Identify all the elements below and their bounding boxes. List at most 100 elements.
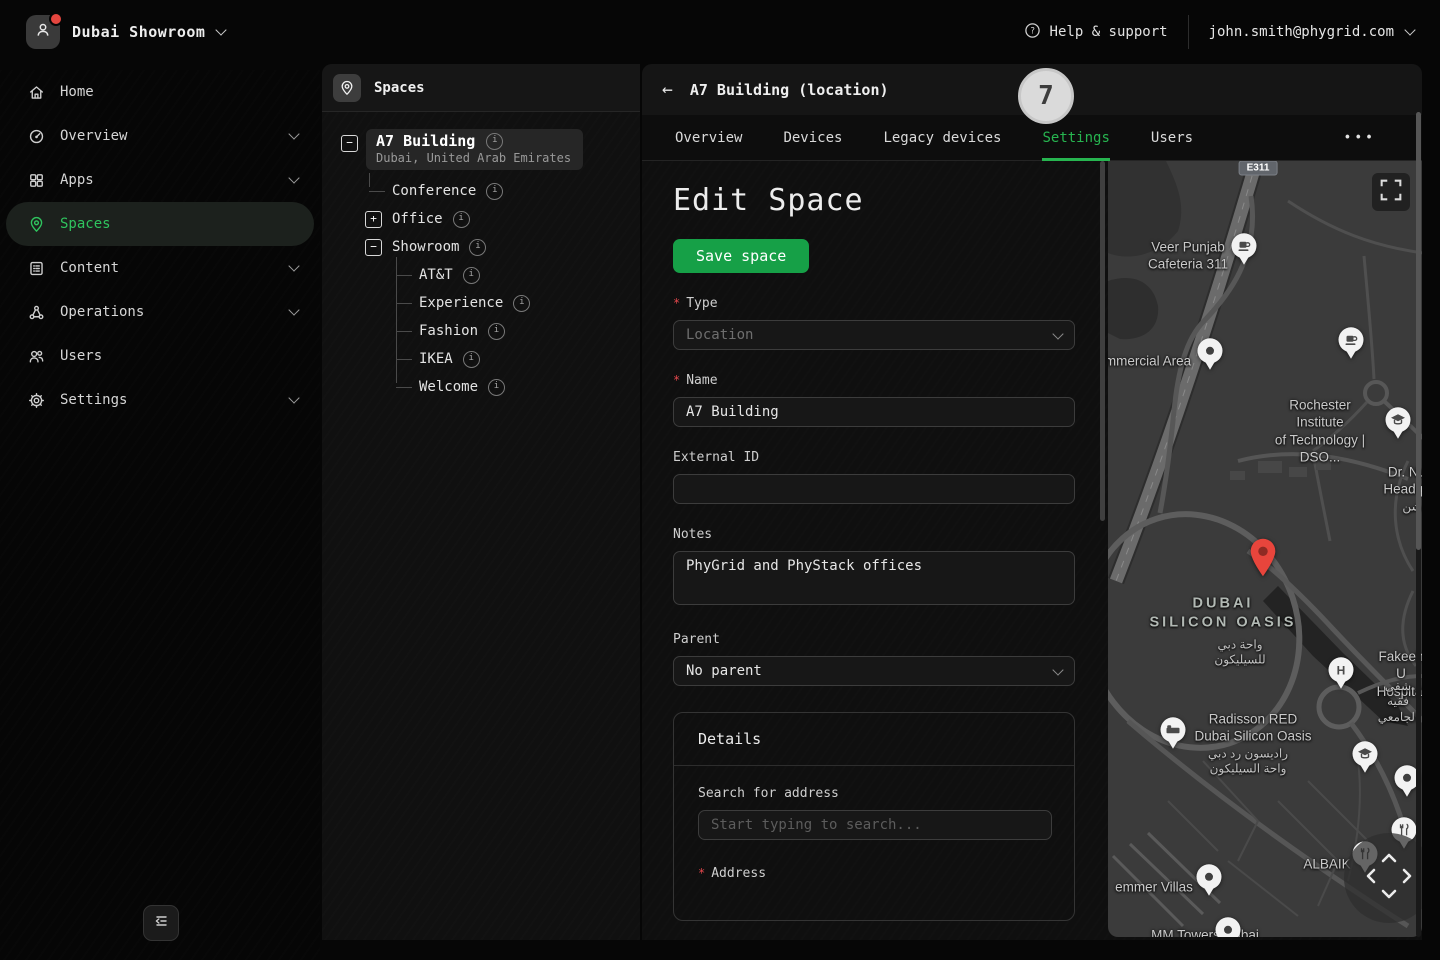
- tree-item-label: Welcome: [419, 379, 478, 395]
- help-support-button[interactable]: ? Help & support: [1024, 22, 1168, 43]
- info-icon[interactable]: i: [488, 323, 505, 340]
- tree-item-label: Office: [392, 211, 443, 227]
- panel-scrollbar[interactable]: [1416, 112, 1421, 937]
- sidebar-item-home[interactable]: Home: [0, 70, 320, 114]
- external-id-input[interactable]: [673, 474, 1075, 504]
- back-button[interactable]: ←: [662, 81, 673, 99]
- type-field: *Type Location: [673, 296, 1103, 350]
- name-label: *Name: [673, 373, 1103, 388]
- chevron-down-icon: [216, 24, 227, 35]
- poi-marker-dot[interactable]: [1213, 915, 1243, 937]
- tree-item-fashion[interactable]: Fashion i: [322, 317, 640, 345]
- tree-item-at-t[interactable]: AT&T i: [322, 261, 640, 289]
- info-icon[interactable]: i: [486, 183, 503, 200]
- poi-marker-hospital[interactable]: H: [1326, 655, 1356, 695]
- sidebar-item-overview[interactable]: Overview: [0, 114, 320, 158]
- info-icon[interactable]: i: [513, 295, 530, 312]
- collapse-toggle[interactable]: −: [365, 239, 382, 256]
- type-label: *Type: [673, 296, 1103, 311]
- info-icon[interactable]: i: [453, 211, 470, 228]
- sidebar-item-label: Users: [60, 348, 102, 364]
- poi-marker-hotel[interactable]: [1158, 715, 1188, 755]
- sidebar-item-label: Apps: [60, 172, 94, 188]
- sidebar-item-spaces[interactable]: Spaces: [6, 202, 314, 246]
- collapse-sidebar-button[interactable]: [143, 905, 179, 941]
- tree-item-label: Fashion: [419, 323, 478, 339]
- info-icon[interactable]: i: [469, 239, 486, 256]
- address-search-input[interactable]: [698, 810, 1052, 840]
- tab-devices[interactable]: Devices: [783, 115, 842, 160]
- user-menu[interactable]: john.smith@phygrid.com: [1209, 24, 1414, 40]
- chevron-down-icon: [1052, 664, 1063, 675]
- poi-marker-dot[interactable]: [1194, 862, 1224, 902]
- sidebar-item-users[interactable]: Users: [0, 334, 320, 378]
- tree-item-selected[interactable]: A7 BuildingiDubai, United Arab Emirates: [366, 129, 583, 170]
- fullscreen-icon: [1377, 176, 1405, 208]
- type-select[interactable]: Location: [673, 320, 1075, 350]
- tree-item-label: Experience: [419, 295, 503, 311]
- info-icon[interactable]: i: [486, 133, 503, 150]
- sidebar-item-settings[interactable]: Settings: [0, 378, 320, 422]
- svg-text:H: H: [1337, 663, 1346, 677]
- user-email: john.smith@phygrid.com: [1209, 24, 1394, 40]
- poi-marker-coffee[interactable]: [1336, 325, 1366, 365]
- tree-item-sublabel: Dubai, United Arab Emirates: [376, 151, 571, 165]
- info-icon[interactable]: i: [463, 267, 480, 284]
- tree-item-conference[interactable]: Conference i: [322, 177, 640, 205]
- map-fullscreen-button[interactable]: [1372, 173, 1410, 211]
- settings-icon: [28, 392, 45, 409]
- tree-item-label: AT&T: [419, 267, 453, 283]
- location-map[interactable]: E311 Veer Punjab Cafeteria 311mmercial A…: [1108, 161, 1422, 937]
- svg-text:?: ?: [1029, 26, 1034, 36]
- collapse-sidebar-icon: [152, 912, 170, 934]
- selected-location-pin: [1250, 538, 1277, 581]
- info-icon[interactable]: i: [488, 379, 505, 396]
- detail-content: Edit Space Save space *Type Location *Na…: [642, 161, 1422, 940]
- poi-marker-coffee[interactable]: [1229, 231, 1259, 271]
- sidebar-item-label: Spaces: [60, 216, 111, 232]
- collapse-toggle[interactable]: −: [341, 135, 358, 152]
- sidebar-item-content[interactable]: Content: [0, 246, 320, 290]
- tree-item-welcome[interactable]: Welcome i: [322, 373, 640, 401]
- tree-item-label: Conference: [392, 183, 476, 199]
- tree-item-showroom[interactable]: −Showroomi: [322, 233, 640, 261]
- tree-item-ikea[interactable]: IKEAi: [322, 345, 640, 373]
- chevron-down-icon: [288, 128, 299, 139]
- form-scrollbar[interactable]: [1100, 161, 1105, 940]
- notification-dot: [49, 12, 63, 26]
- help-icon: ?: [1024, 22, 1041, 43]
- more-options-button[interactable]: •••: [1344, 130, 1376, 145]
- required-marker: *: [673, 373, 680, 387]
- tree-item-experience[interactable]: Experience i: [322, 289, 640, 317]
- org-switcher[interactable]: Dubai Showroom: [26, 15, 225, 49]
- poi-marker-grad[interactable]: [1383, 405, 1413, 445]
- notes-textarea[interactable]: PhyGrid and PhyStack offices: [673, 551, 1075, 605]
- topbar-right: ? Help & support john.smith@phygrid.com: [1024, 15, 1414, 49]
- sidebar-item-operations[interactable]: Operations: [0, 290, 320, 334]
- help-label: Help & support: [1050, 24, 1168, 40]
- expand-toggle[interactable]: +: [365, 211, 382, 228]
- tab-overview[interactable]: Overview: [675, 115, 742, 160]
- users-icon: [28, 348, 45, 365]
- org-avatar[interactable]: [26, 15, 60, 49]
- parent-select-value: No parent: [686, 663, 762, 679]
- poi-marker-grad[interactable]: [1350, 739, 1380, 779]
- required-marker: *: [698, 866, 705, 880]
- pan-arrows-icon: [1344, 831, 1422, 925]
- detail-title: A7 Building (location): [690, 81, 889, 99]
- map-pan-control[interactable]: [1344, 833, 1422, 923]
- poi-marker-dot[interactable]: [1195, 336, 1225, 376]
- sidebar-item-label: Home: [60, 84, 94, 100]
- tab-legacy-devices[interactable]: Legacy devices: [883, 115, 1001, 160]
- name-input[interactable]: [673, 397, 1075, 427]
- tab-users[interactable]: Users: [1151, 115, 1193, 160]
- topbar: Dubai Showroom ? Help & support john.smi…: [0, 0, 1440, 64]
- info-icon[interactable]: i: [463, 351, 480, 368]
- detail-tabs: OverviewDevicesLegacy devicesSettingsUse…: [642, 115, 1422, 161]
- tree-item-office[interactable]: + Officei: [322, 205, 640, 233]
- org-name: Dubai Showroom: [72, 23, 205, 41]
- sidebar-item-apps[interactable]: Apps: [0, 158, 320, 202]
- save-space-button[interactable]: Save space: [673, 239, 809, 273]
- parent-select[interactable]: No parent: [673, 656, 1075, 686]
- tree-item-a7-building: −A7 BuildingiDubai, United Arab Emirates: [322, 129, 640, 177]
